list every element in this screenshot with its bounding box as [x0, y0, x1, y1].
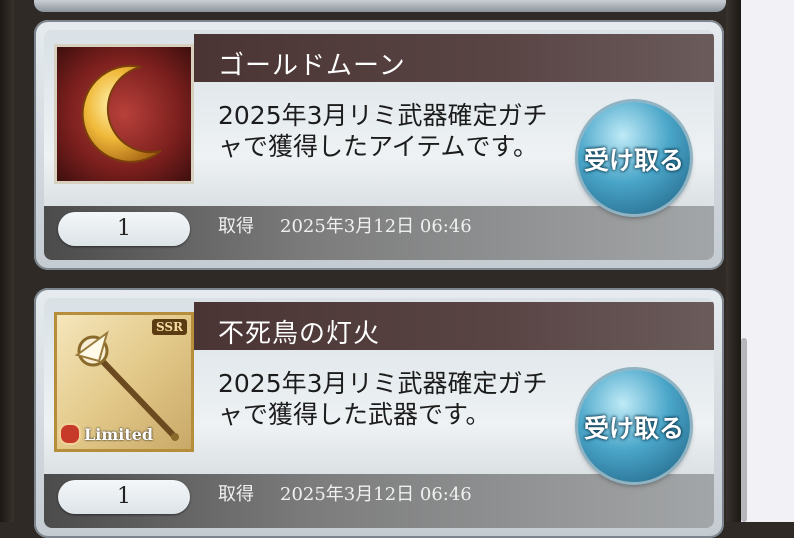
quantity-pill: 1 [58, 212, 190, 246]
crescent-moon-icon [81, 64, 162, 163]
quantity-value: 1 [117, 216, 131, 241]
receive-button-label: 受け取る [583, 414, 684, 443]
item-card: ゴールドムーン 2025年3月リミ武器確定ガチャで獲得したアイテムです。 1 取… [34, 20, 724, 270]
item-name: 不死鳥の灯火 [218, 319, 381, 349]
gold-moon-icon [54, 44, 194, 184]
phoenix-staff-icon: SSR Limited [54, 312, 194, 452]
fire-element-icon [59, 423, 81, 445]
item-name: ゴールドムーン [218, 51, 406, 81]
acquired-date: 2025年3月12日 06:46 [280, 216, 472, 237]
limited-badge: Limited [59, 423, 153, 445]
receive-button[interactable]: 受け取る [578, 102, 690, 214]
receive-button-label: 受け取る [583, 146, 684, 175]
right-frame [726, 0, 741, 522]
quantity-value: 1 [117, 484, 131, 509]
acquired-label: 取得 [218, 484, 254, 505]
rarity-badge: SSR [151, 319, 187, 335]
item-card: SSR Limited 不死鳥の灯火 2025年3月リミ武器確定ガチャで獲得した… [34, 288, 724, 538]
scrollbar[interactable] [741, 338, 747, 522]
item-description: 2025年3月リミ武器確定ガチャで獲得した武器です。 [218, 369, 548, 429]
previous-card-edge [34, 0, 726, 12]
item-description: 2025年3月リミ武器確定ガチャで獲得したアイテムです。 [218, 101, 548, 161]
acquired-date: 2025年3月12日 06:46 [280, 484, 472, 505]
limited-label: Limited [84, 424, 154, 444]
quantity-pill: 1 [58, 480, 190, 514]
left-frame [0, 0, 14, 522]
side-panel [741, 0, 794, 522]
acquired-label: 取得 [218, 216, 254, 237]
receive-button[interactable]: 受け取る [578, 370, 690, 482]
